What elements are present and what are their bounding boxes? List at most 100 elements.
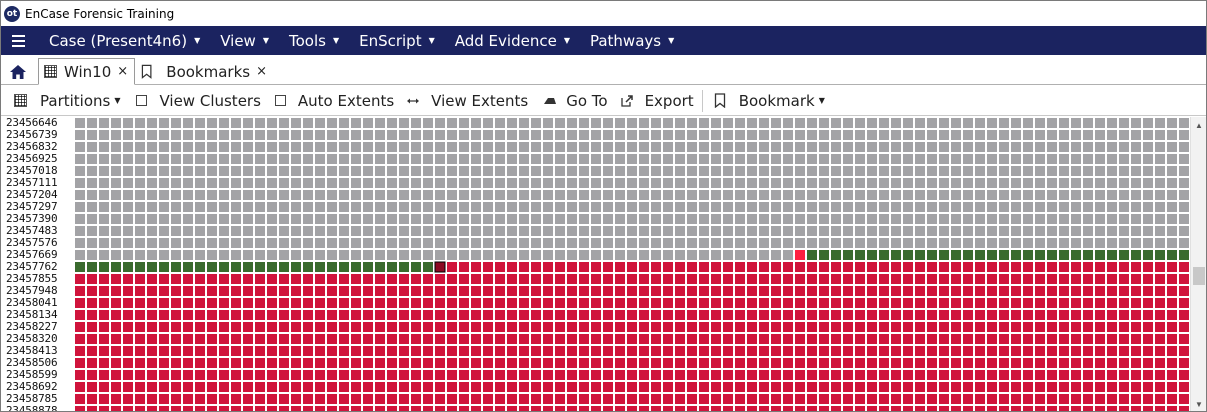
cluster-cell[interactable]	[399, 394, 409, 404]
cluster-cell[interactable]	[939, 370, 949, 380]
cluster-cell[interactable]	[1179, 166, 1189, 176]
cluster-cell[interactable]	[879, 334, 889, 344]
cluster-cell[interactable]	[135, 238, 145, 248]
cluster-cell[interactable]	[471, 142, 481, 152]
cluster-cell[interactable]	[1083, 274, 1093, 284]
cluster-cell[interactable]	[1083, 238, 1093, 248]
cluster-cell[interactable]	[975, 346, 985, 356]
cluster-cell[interactable]	[1179, 334, 1189, 344]
cluster-cell[interactable]	[207, 382, 217, 392]
cluster-cell[interactable]	[195, 274, 205, 284]
cluster-cell[interactable]	[423, 130, 433, 140]
cluster-cell[interactable]	[99, 394, 109, 404]
cluster-cell[interactable]	[795, 370, 805, 380]
cluster-cell[interactable]	[135, 346, 145, 356]
cluster-cell[interactable]	[375, 130, 385, 140]
cluster-cell[interactable]	[111, 166, 121, 176]
cluster-cell[interactable]	[615, 130, 625, 140]
cluster-cell[interactable]	[615, 202, 625, 212]
cluster-cell[interactable]	[687, 166, 697, 176]
cluster-cell[interactable]	[903, 322, 913, 332]
cluster-cell[interactable]	[207, 358, 217, 368]
cluster-cell[interactable]	[339, 154, 349, 164]
cluster-cell[interactable]	[1083, 394, 1093, 404]
cluster-cell[interactable]	[507, 262, 517, 272]
cluster-cell[interactable]	[519, 358, 529, 368]
cluster-cell[interactable]	[351, 358, 361, 368]
cluster-cell[interactable]	[471, 226, 481, 236]
cluster-cell[interactable]	[267, 154, 277, 164]
cluster-cell[interactable]	[1047, 310, 1057, 320]
cluster-cell[interactable]	[171, 274, 181, 284]
cluster-cell[interactable]	[1011, 358, 1021, 368]
cluster-cell[interactable]	[783, 370, 793, 380]
cluster-cell[interactable]	[435, 334, 445, 344]
cluster-cell[interactable]	[1107, 190, 1117, 200]
cluster-cell[interactable]	[1083, 310, 1093, 320]
cluster-cell[interactable]	[1047, 214, 1057, 224]
cluster-cell[interactable]	[267, 322, 277, 332]
cluster-cell[interactable]	[351, 226, 361, 236]
cluster-cell[interactable]	[735, 298, 745, 308]
cluster-cell[interactable]	[375, 190, 385, 200]
cluster-cell[interactable]	[771, 382, 781, 392]
cluster-cell[interactable]	[999, 382, 1009, 392]
cluster-cell[interactable]	[855, 358, 865, 368]
cluster-cell[interactable]	[843, 178, 853, 188]
cluster-cell[interactable]	[123, 166, 133, 176]
cluster-map[interactable]	[74, 117, 1190, 412]
cluster-cell[interactable]	[747, 118, 757, 128]
cluster-cell[interactable]	[555, 394, 565, 404]
cluster-cell[interactable]	[1179, 154, 1189, 164]
cluster-cell[interactable]	[495, 166, 505, 176]
cluster-cell[interactable]	[423, 178, 433, 188]
cluster-cell[interactable]	[1059, 370, 1069, 380]
cluster-cell[interactable]	[915, 226, 925, 236]
scroll-down-arrow-icon[interactable]: ▼	[1191, 396, 1206, 411]
cluster-cell[interactable]	[879, 154, 889, 164]
cluster-cell[interactable]	[231, 274, 241, 284]
cluster-cell[interactable]	[447, 226, 457, 236]
cluster-cell[interactable]	[759, 370, 769, 380]
cluster-cell[interactable]	[279, 286, 289, 296]
cluster-cell[interactable]	[123, 226, 133, 236]
cluster-cell[interactable]	[579, 346, 589, 356]
cluster-cell[interactable]	[591, 226, 601, 236]
cluster-cell[interactable]	[243, 262, 253, 272]
cluster-cell[interactable]	[1119, 322, 1129, 332]
cluster-cell[interactable]	[1155, 262, 1165, 272]
cluster-cell[interactable]	[879, 346, 889, 356]
cluster-cell[interactable]	[1155, 310, 1165, 320]
cluster-cell[interactable]	[951, 298, 961, 308]
cluster-cell[interactable]	[267, 382, 277, 392]
cluster-cell[interactable]	[531, 238, 541, 248]
cluster-cell[interactable]	[1083, 226, 1093, 236]
cluster-cell[interactable]	[963, 298, 973, 308]
cluster-cell[interactable]	[1107, 334, 1117, 344]
cluster-cell[interactable]	[171, 346, 181, 356]
cluster-cell[interactable]	[675, 394, 685, 404]
cluster-cell[interactable]	[627, 394, 637, 404]
cluster-cell[interactable]	[1047, 238, 1057, 248]
cluster-cell[interactable]	[1167, 154, 1177, 164]
cluster-cell[interactable]	[1143, 370, 1153, 380]
cluster-cell[interactable]	[567, 130, 577, 140]
cluster-cell[interactable]	[159, 142, 169, 152]
cluster-cell[interactable]	[663, 274, 673, 284]
cluster-cell[interactable]	[999, 178, 1009, 188]
cluster-cell[interactable]	[819, 226, 829, 236]
cluster-cell[interactable]	[351, 310, 361, 320]
cluster-cell[interactable]	[555, 358, 565, 368]
cluster-cell[interactable]	[219, 178, 229, 188]
cluster-cell[interactable]	[1071, 166, 1081, 176]
cluster-cell[interactable]	[1047, 406, 1057, 412]
cluster-cell[interactable]	[375, 370, 385, 380]
cluster-cell[interactable]	[1059, 334, 1069, 344]
cluster-cell[interactable]	[231, 118, 241, 128]
cluster-cell[interactable]	[1143, 358, 1153, 368]
cluster-cell[interactable]	[987, 382, 997, 392]
cluster-cell[interactable]	[915, 214, 925, 224]
cluster-cell[interactable]	[939, 406, 949, 412]
cluster-cell[interactable]	[243, 406, 253, 412]
cluster-cell[interactable]	[699, 142, 709, 152]
